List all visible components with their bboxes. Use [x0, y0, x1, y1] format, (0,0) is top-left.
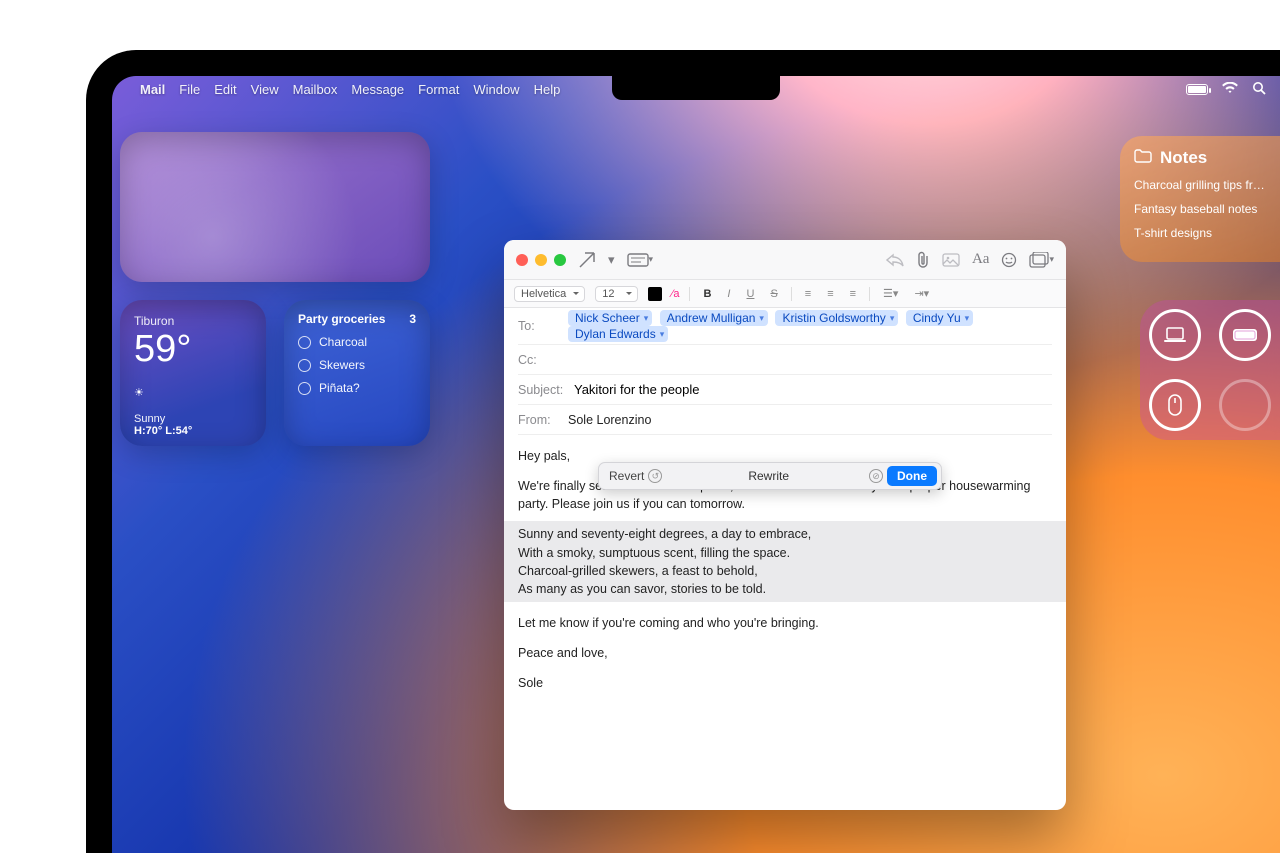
radio-icon	[298, 336, 311, 349]
reminders-widget[interactable]: Party groceries 3 Charcoal Skewers Piñat…	[284, 300, 430, 446]
body-name: Sole	[518, 674, 1052, 692]
recipient-chip[interactable]: Andrew Mulligan	[660, 310, 768, 326]
weather-high-low: H:70° L:54°	[134, 425, 252, 437]
from-label: From:	[518, 413, 568, 427]
reminders-count: 3	[409, 312, 416, 326]
header-fields-icon[interactable]: ▾	[627, 253, 654, 267]
font-family-select[interactable]: Helvetica	[514, 286, 585, 302]
indent-icon[interactable]: ⇥▾	[911, 287, 932, 300]
bold-button[interactable]: B	[700, 288, 714, 300]
app-name[interactable]: Mail	[140, 82, 165, 97]
rewrite-title: Rewrite	[672, 469, 865, 483]
photos-widget[interactable]	[120, 132, 430, 282]
menu-view[interactable]: View	[251, 82, 279, 97]
recipient-chip[interactable]: Nick Scheer	[568, 310, 652, 326]
weather-condition: Sunny	[134, 413, 252, 425]
weather-widget[interactable]: Tiburon 59° ☀︎ Sunny H:70° L:54°	[120, 300, 266, 446]
radio-icon	[298, 359, 311, 372]
chevron-down-icon[interactable]: ▾	[608, 252, 615, 268]
rewritten-selection: Sunny and seventy-eight degrees, a day t…	[504, 521, 1066, 602]
close-button[interactable]	[516, 254, 528, 266]
media-browser-icon[interactable]: ▾	[1029, 252, 1054, 268]
menu-message[interactable]: Message	[351, 82, 404, 97]
revert-button[interactable]: Revert ↺	[599, 463, 672, 489]
reply-icon[interactable]	[886, 253, 904, 267]
folder-icon	[1134, 148, 1152, 168]
format-bar: Helvetica 12 ⁄a B I U S ≡ ≡ ≡ ☰▾ ⇥▾	[504, 280, 1066, 308]
highlight-color-icon[interactable]: ⁄a	[672, 288, 680, 300]
reminder-item[interactable]: Piñata?	[298, 381, 416, 395]
body-signoff: Peace and love,	[518, 644, 1052, 662]
reminder-item[interactable]: Charcoal	[298, 335, 416, 349]
menu-edit[interactable]: Edit	[214, 82, 236, 97]
from-field[interactable]: Sole Lorenzino	[568, 411, 651, 429]
photo-icon[interactable]	[942, 253, 960, 267]
note-item[interactable]: Charcoal grilling tips from Sh	[1134, 178, 1266, 192]
minimize-button[interactable]	[535, 254, 547, 266]
to-label: To:	[518, 319, 568, 333]
reminder-item[interactable]: Skewers	[298, 358, 416, 372]
send-icon[interactable]	[578, 251, 596, 269]
done-button[interactable]: Done	[887, 466, 937, 486]
attach-icon[interactable]	[916, 251, 930, 269]
to-field[interactable]: Nick Scheer Andrew Mulligan Kristin Gold…	[568, 308, 1052, 344]
weather-temp: 59°	[134, 330, 252, 368]
font-size-select[interactable]: 12	[595, 286, 637, 302]
battery-icon[interactable]	[1186, 84, 1208, 95]
list-icon[interactable]: ☰▾	[880, 287, 901, 300]
recipient-chip[interactable]: Dylan Edwards	[568, 326, 668, 342]
radio-icon	[298, 382, 311, 395]
menu-help[interactable]: Help	[534, 82, 561, 97]
devices-widget[interactable]	[1140, 300, 1280, 440]
empty-device-slot	[1219, 379, 1271, 431]
notes-title: Notes	[1160, 148, 1207, 168]
revert-icon: ↺	[648, 469, 662, 483]
mouse-icon[interactable]	[1149, 379, 1201, 431]
format-icon[interactable]: Aa	[972, 251, 990, 268]
notes-widget[interactable]: Notes Charcoal grilling tips from Sh Fan…	[1120, 136, 1280, 262]
recipient-chip[interactable]: Cindy Yu	[906, 310, 973, 326]
subject-label: Subject:	[518, 383, 574, 397]
align-left-icon[interactable]: ≡	[802, 288, 814, 300]
mail-compose-window: ▾ ▾ Aa ▾	[504, 240, 1066, 810]
cc-label: Cc:	[518, 353, 568, 367]
prohibit-icon[interactable]: ⊘	[869, 469, 883, 483]
weather-location: Tiburon	[134, 314, 252, 328]
writing-tools-popover: Revert ↺ Rewrite ⊘ Done	[598, 462, 942, 490]
menu-format[interactable]: Format	[418, 82, 459, 97]
menu-file[interactable]: File	[179, 82, 200, 97]
window-toolbar: ▾ ▾ Aa ▾	[504, 240, 1066, 280]
laptop-icon[interactable]	[1149, 309, 1201, 361]
underline-button[interactable]: U	[743, 288, 757, 300]
text-color-swatch[interactable]	[648, 287, 662, 301]
menu-window[interactable]: Window	[473, 82, 519, 97]
recipient-chip[interactable]: Kristin Goldsworthy	[775, 310, 898, 326]
note-item[interactable]: Fantasy baseball notes	[1134, 202, 1266, 216]
reminders-title: Party groceries	[298, 312, 385, 326]
menu-mailbox[interactable]: Mailbox	[293, 82, 338, 97]
align-right-icon[interactable]: ≡	[847, 288, 859, 300]
zoom-button[interactable]	[554, 254, 566, 266]
display-notch	[612, 76, 780, 100]
subject-input[interactable]	[574, 382, 1052, 397]
note-item[interactable]: T-shirt designs	[1134, 226, 1266, 240]
body-rsvp: Let me know if you're coming and who you…	[518, 614, 1052, 632]
strike-button[interactable]: S	[767, 288, 780, 300]
italic-button[interactable]: I	[724, 288, 733, 300]
keyboard-icon[interactable]	[1219, 309, 1271, 361]
wifi-icon[interactable]	[1222, 82, 1238, 97]
emoji-icon[interactable]	[1001, 252, 1017, 268]
align-center-icon[interactable]: ≡	[824, 288, 836, 300]
spotlight-icon[interactable]	[1252, 81, 1266, 98]
